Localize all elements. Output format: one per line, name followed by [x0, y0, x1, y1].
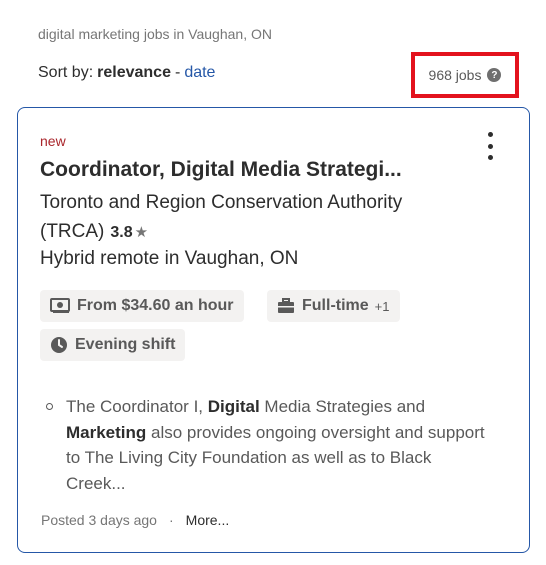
job-location: Hybrid remote in Vaughan, ON [40, 248, 299, 269]
job-count: 968 jobs [428, 67, 482, 83]
question-circle-icon[interactable]: ? [487, 68, 502, 82]
company-block: Toronto and Region Conservation Authorit… [40, 188, 480, 247]
sort-bar: Sort by: relevance - date [38, 64, 215, 82]
snippet-text: The Coordinator I, Digital Media Strateg… [66, 397, 485, 493]
company-name-abbrev: (TRCA) [40, 221, 105, 242]
salary-text: From $34.60 an hour [77, 297, 234, 314]
company-name: Toronto and Region Conservation Authorit… [40, 192, 403, 213]
shift-text: Evening shift [75, 336, 176, 353]
clock-icon [50, 336, 68, 354]
company-rating: 3.8 [110, 224, 133, 241]
posted-date: Posted 3 days ago [41, 512, 157, 528]
more-options-icon[interactable] [479, 132, 501, 160]
footer-separator: · [168, 512, 174, 528]
more-link[interactable]: More... [186, 512, 230, 528]
search-query-text: digital marketing jobs in Vaughan, ON [38, 26, 272, 42]
job-count-highlight: 968 jobs ? [411, 52, 519, 98]
money-icon [50, 298, 70, 314]
sort-label: Sort by: [38, 64, 94, 81]
job-type-extra: +1 [374, 298, 390, 314]
sort-date-link[interactable]: date [184, 64, 215, 82]
job-title[interactable]: Coordinator, Digital Media Strategi... [40, 158, 470, 182]
job-snippet: The Coordinator I, Digital Media Strateg… [46, 394, 486, 496]
sort-relevance: relevance [97, 64, 171, 81]
star-icon: ★ [134, 224, 149, 241]
job-footer: Posted 3 days ago · More... [41, 512, 229, 528]
shift-tag: Evening shift [40, 329, 186, 361]
salary-tag: From $34.60 an hour [40, 290, 244, 322]
new-badge: new [40, 133, 66, 149]
job-type-tag: Full-time +1 [267, 290, 400, 322]
briefcase-icon [277, 298, 295, 314]
bullet-icon [46, 403, 53, 410]
sort-separator: - [174, 64, 181, 81]
job-card[interactable]: new Coordinator, Digital Media Strategi.… [17, 107, 530, 553]
job-type-text: Full-time [302, 297, 369, 314]
